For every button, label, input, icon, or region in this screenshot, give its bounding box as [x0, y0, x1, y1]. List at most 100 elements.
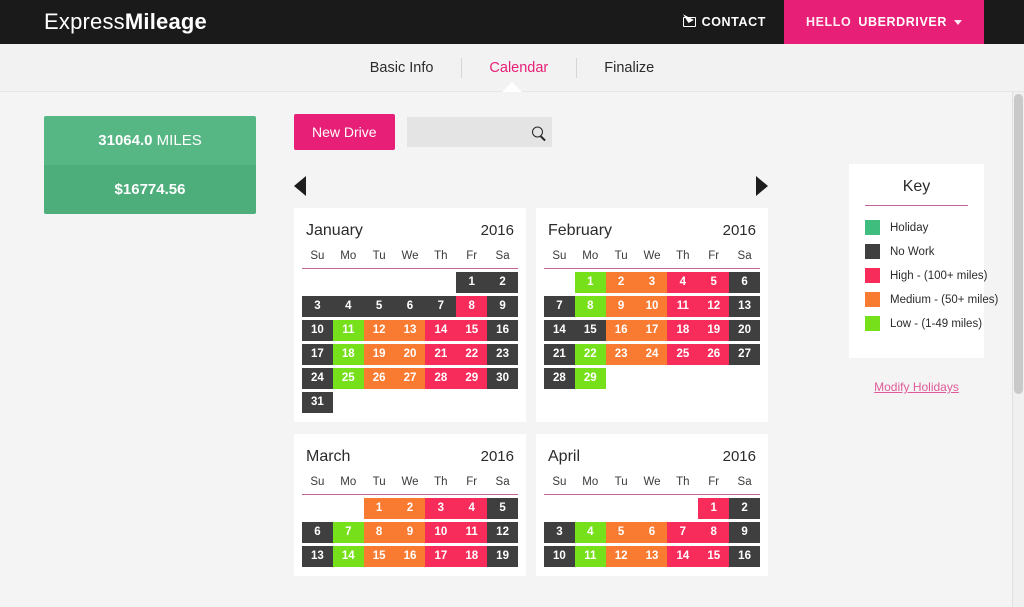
calendar-day[interactable]: 5	[698, 272, 730, 293]
new-drive-button[interactable]: New Drive	[294, 114, 395, 150]
calendar-day[interactable]: 7	[544, 296, 575, 317]
calendar-day[interactable]: 5	[487, 498, 518, 519]
calendar-day[interactable]: 3	[636, 272, 668, 293]
calendar-day[interactable]: 11	[667, 296, 699, 317]
calendar-day[interactable]: 24	[636, 344, 668, 365]
calendar-day[interactable]: 14	[544, 320, 575, 341]
calendar-day[interactable]: 7	[667, 522, 699, 543]
page-scrollbar-track[interactable]	[1012, 92, 1024, 607]
calendar-day[interactable]: 12	[698, 296, 730, 317]
calendar-day[interactable]: 14	[425, 320, 457, 341]
calendar-day[interactable]: 26	[698, 344, 730, 365]
search-input[interactable]	[406, 117, 552, 147]
calendar-day[interactable]: 2	[605, 272, 637, 293]
calendar-day[interactable]: 11	[332, 320, 364, 341]
calendar-day[interactable]: 17	[425, 546, 457, 567]
calendar-day[interactable]: 18	[332, 344, 364, 365]
calendar-day[interactable]: 25	[667, 344, 699, 365]
calendar-day[interactable]: 11	[574, 546, 606, 567]
brand-logo[interactable]: ExpressMileage	[0, 0, 207, 44]
calendar-day[interactable]: 1	[456, 272, 488, 293]
calendar-day[interactable]: 9	[605, 296, 637, 317]
calendar-day[interactable]: 16	[729, 546, 760, 567]
calendar-day[interactable]: 16	[605, 320, 637, 341]
contact-link[interactable]: CONTACT	[665, 0, 784, 44]
tab-calendar[interactable]: Calendar	[461, 60, 576, 76]
calendar-day[interactable]: 11	[456, 522, 488, 543]
calendar-day[interactable]: 27	[394, 368, 426, 389]
calendar-day[interactable]: 8	[456, 296, 488, 317]
calendar-day[interactable]: 23	[487, 344, 518, 365]
calendar-day[interactable]: 21	[425, 344, 457, 365]
calendar-day[interactable]: 15	[363, 546, 395, 567]
calendar-day[interactable]: 3	[425, 498, 457, 519]
calendar-day[interactable]: 22	[574, 344, 606, 365]
calendar-day[interactable]: 5	[605, 522, 637, 543]
calendar-day[interactable]: 29	[456, 368, 488, 389]
calendar-day[interactable]: 12	[363, 320, 395, 341]
calendar-day[interactable]: 9	[394, 522, 426, 543]
calendar-day[interactable]: 27	[729, 344, 760, 365]
calendar-day[interactable]: 15	[456, 320, 488, 341]
calendar-day[interactable]: 24	[302, 368, 333, 389]
calendar-day[interactable]: 26	[363, 368, 395, 389]
calendar-day[interactable]: 6	[729, 272, 760, 293]
calendar-day[interactable]: 8	[698, 522, 730, 543]
calendar-day[interactable]: 1	[574, 272, 606, 293]
calendar-day[interactable]: 20	[729, 320, 760, 341]
calendar-day[interactable]: 18	[667, 320, 699, 341]
calendar-day[interactable]: 13	[636, 546, 668, 567]
calendar-day[interactable]: 30	[487, 368, 518, 389]
calendar-day[interactable]: 15	[698, 546, 730, 567]
calendar-day[interactable]: 8	[574, 296, 606, 317]
calendar-day[interactable]: 10	[636, 296, 668, 317]
calendar-day[interactable]: 22	[456, 344, 488, 365]
calendar-day[interactable]: 16	[487, 320, 518, 341]
calendar-day[interactable]: 4	[332, 296, 364, 317]
calendar-day[interactable]: 17	[636, 320, 668, 341]
page-scrollbar-thumb[interactable]	[1014, 94, 1023, 394]
calendar-day[interactable]: 1	[698, 498, 730, 519]
calendar-day[interactable]: 17	[302, 344, 333, 365]
calendar-day[interactable]: 21	[544, 344, 575, 365]
calendar-day[interactable]: 6	[302, 522, 333, 543]
calendar-day[interactable]: 18	[456, 546, 488, 567]
calendar-day[interactable]: 5	[363, 296, 395, 317]
calendar-day[interactable]: 23	[605, 344, 637, 365]
user-menu-button[interactable]: HELLO UBERDRIVER	[783, 0, 984, 44]
calendar-day[interactable]: 4	[456, 498, 488, 519]
calendar-day[interactable]: 14	[667, 546, 699, 567]
calendar-day[interactable]: 1	[363, 498, 395, 519]
previous-months-arrow[interactable]	[294, 176, 306, 196]
calendar-day[interactable]: 25	[332, 368, 364, 389]
calendar-day[interactable]: 12	[605, 546, 637, 567]
calendar-day[interactable]: 13	[302, 546, 333, 567]
search-icon[interactable]	[531, 126, 543, 138]
calendar-day[interactable]: 3	[544, 522, 575, 543]
calendar-day[interactable]: 12	[487, 522, 518, 543]
calendar-day[interactable]: 20	[394, 344, 426, 365]
calendar-day[interactable]: 31	[302, 392, 333, 413]
calendar-day[interactable]: 14	[332, 546, 364, 567]
calendar-day[interactable]: 3	[302, 296, 333, 317]
calendar-day[interactable]: 7	[332, 522, 364, 543]
calendar-day[interactable]: 19	[363, 344, 395, 365]
calendar-day[interactable]: 15	[574, 320, 606, 341]
calendar-day[interactable]: 10	[425, 522, 457, 543]
calendar-day[interactable]: 16	[394, 546, 426, 567]
calendar-day[interactable]: 4	[667, 272, 699, 293]
calendar-day[interactable]: 7	[425, 296, 457, 317]
next-months-arrow[interactable]	[756, 176, 768, 196]
tab-finalize[interactable]: Finalize	[576, 60, 682, 76]
calendar-day[interactable]: 8	[363, 522, 395, 543]
calendar-day[interactable]: 10	[302, 320, 333, 341]
calendar-day[interactable]: 2	[394, 498, 426, 519]
calendar-day[interactable]: 2	[729, 498, 760, 519]
calendar-day[interactable]: 19	[487, 546, 518, 567]
calendar-day[interactable]: 19	[698, 320, 730, 341]
calendar-day[interactable]: 2	[487, 272, 518, 293]
calendar-day[interactable]: 6	[636, 522, 668, 543]
calendar-day[interactable]: 9	[729, 522, 760, 543]
calendar-day[interactable]: 29	[574, 368, 606, 389]
calendar-day[interactable]: 28	[544, 368, 575, 389]
